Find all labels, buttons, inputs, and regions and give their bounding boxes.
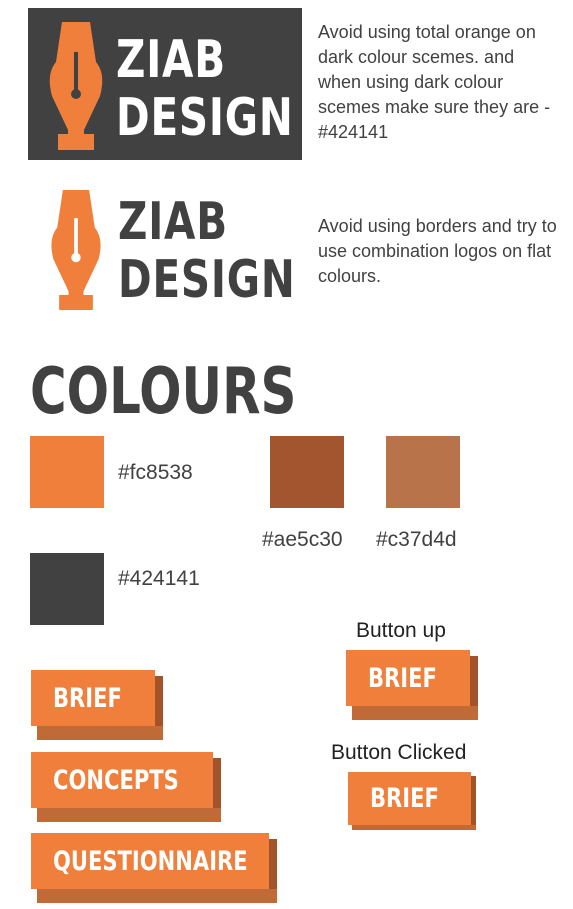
hex-orange: #fc8538 [118,461,193,484]
concepts-button-label: CONCEPTS [53,764,179,796]
logo-wordmark: ZIAB DESIGN [118,196,296,306]
dark-logo-note: Avoid using total orange on dark colour … [318,22,551,142]
swatch-dark-brown [270,436,344,508]
swatch-light-brown [386,436,460,508]
hex-dark-brown: #ae5c30 [262,528,343,551]
logo-line-1: ZIAB [116,30,226,90]
brief-button-clicked-label: BRIEF [370,783,439,814]
button-clicked-caption: Button Clicked [331,741,467,764]
logo-dark-background: ZIAB DESIGN [28,8,302,160]
brief-button-up[interactable]: BRIEF [346,650,478,720]
colours-heading: COLOURS [30,355,297,429]
questionnaire-button-label: QUESTIONNAIRE [53,845,248,877]
brief-button[interactable]: BRIEF [31,670,163,740]
logo-wordmark: ZIAB DESIGN [116,34,294,144]
brief-button-clicked[interactable]: BRIEF [348,772,476,830]
pen-nib-icon [51,190,101,310]
questionnaire-button[interactable]: QUESTIONNAIRE [31,833,277,903]
hex-charcoal: #424141 [118,567,200,590]
brief-button-up-label: BRIEF [368,662,437,694]
logo-light: ZIAB DESIGN [46,186,295,316]
hex-light-brown: #c37d4d [376,528,457,551]
logo-line-1: ZIAB [118,192,228,252]
logo-line-2: DESIGN [116,88,294,148]
concepts-button[interactable]: CONCEPTS [31,752,221,822]
pen-nib-icon [49,22,103,150]
logo-line-2: DESIGN [118,250,296,310]
swatch-charcoal [30,553,104,625]
swatch-orange [30,436,104,508]
light-logo-note: Avoid using borders and try to use combi… [318,216,557,286]
brief-button-label: BRIEF [53,682,122,714]
button-up-caption: Button up [356,619,446,642]
